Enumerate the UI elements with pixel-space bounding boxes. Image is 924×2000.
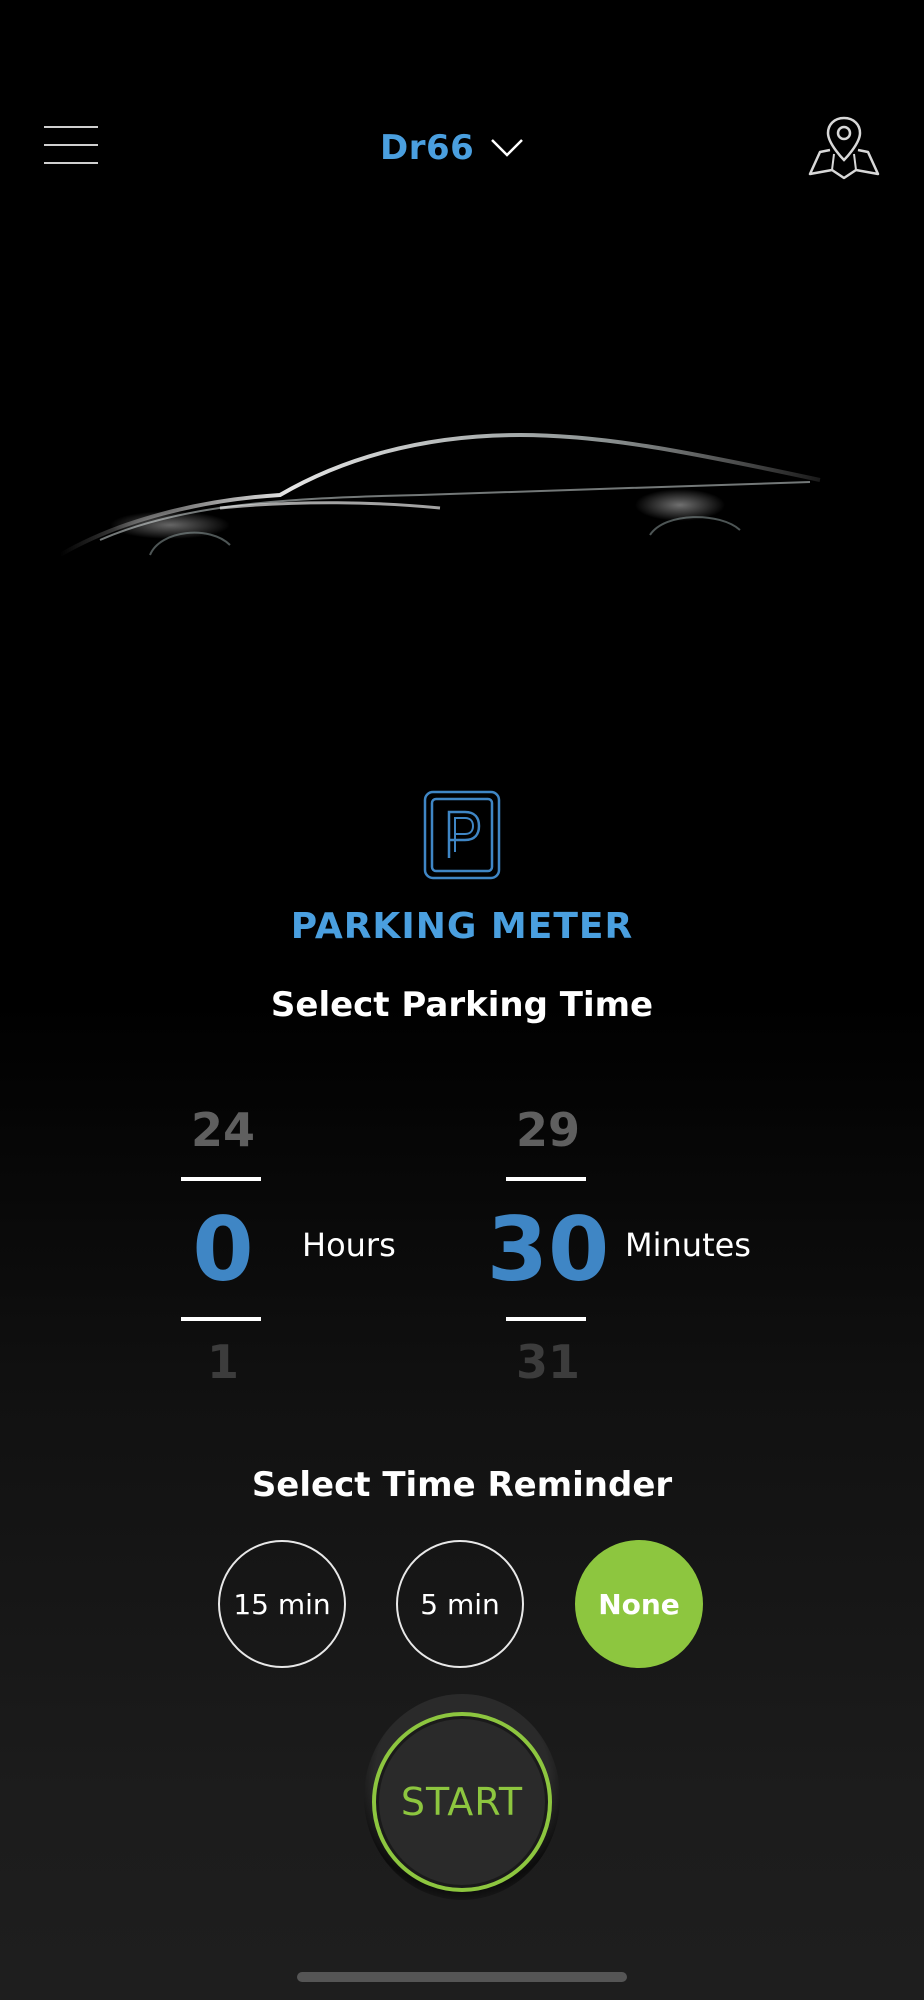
parking-sign-icon bbox=[423, 790, 501, 880]
hamburger-line bbox=[44, 144, 98, 146]
minutes-label: Minutes bbox=[625, 1226, 751, 1264]
minutes-next-value[interactable]: 31 bbox=[503, 1335, 593, 1389]
parking-meter-title: PARKING METER bbox=[290, 906, 634, 947]
hours-prev-value[interactable]: 24 bbox=[178, 1103, 268, 1157]
hours-next-value[interactable]: 1 bbox=[178, 1335, 268, 1389]
select-parking-time-heading: Select Parking Time bbox=[270, 985, 654, 1025]
minutes-prev-value[interactable]: 29 bbox=[503, 1103, 593, 1157]
map-button[interactable] bbox=[808, 114, 880, 180]
home-indicator[interactable] bbox=[297, 1972, 627, 1982]
picker-divider bbox=[506, 1317, 586, 1321]
hours-picker[interactable]: 24 0 1 bbox=[178, 1095, 268, 1395]
car-silhouette-image bbox=[58, 432, 821, 557]
reminder-15-min-button[interactable]: 15 min bbox=[218, 1540, 346, 1668]
hamburger-menu-icon bbox=[44, 126, 98, 128]
picker-divider bbox=[181, 1317, 261, 1321]
vehicle-name: Dr66 bbox=[380, 128, 475, 168]
vehicle-selector[interactable]: Dr66 bbox=[380, 120, 524, 176]
select-time-reminder-heading: Select Time Reminder bbox=[251, 1465, 673, 1505]
reminder-none-button[interactable]: None bbox=[575, 1540, 703, 1668]
hours-current-value[interactable]: 0 bbox=[148, 1195, 298, 1305]
minutes-picker[interactable]: 29 30 31 bbox=[487, 1095, 609, 1395]
hours-label: Hours bbox=[302, 1226, 396, 1264]
hamburger-line bbox=[44, 162, 98, 164]
picker-divider bbox=[181, 1177, 261, 1181]
minutes-current-value[interactable]: 30 bbox=[473, 1195, 623, 1305]
chevron-down-icon bbox=[491, 139, 524, 157]
map-pin-icon bbox=[808, 116, 880, 180]
menu-button[interactable] bbox=[44, 126, 98, 166]
reminder-5-min-button[interactable]: 5 min bbox=[396, 1540, 524, 1668]
start-button[interactable]: START bbox=[372, 1712, 552, 1892]
picker-divider bbox=[506, 1177, 586, 1181]
